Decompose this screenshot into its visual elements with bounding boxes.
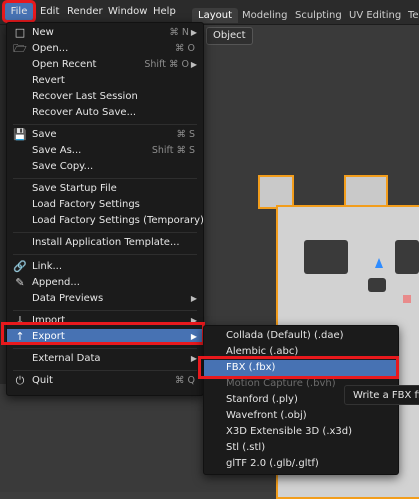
gizmo-handle-icon[interactable] <box>403 295 411 303</box>
edit-menu-button[interactable]: Edit <box>40 6 59 17</box>
menu-item-open-recent[interactable]: Open Recent Shift ⌘ O ▶ <box>7 57 203 73</box>
tooltip: Write a FBX file <box>344 385 419 405</box>
tab-texture[interactable]: Te <box>402 8 419 23</box>
menu-divider <box>13 370 197 371</box>
cube-ear-left <box>258 175 294 209</box>
menu-item-save[interactable]: 💾 Save ⌘ S <box>7 127 203 143</box>
window-menu-button[interactable]: Window <box>108 6 147 17</box>
tab-modeling[interactable]: Modeling <box>236 8 294 23</box>
menu-item-recover-auto-save[interactable]: Recover Auto Save... <box>7 105 203 121</box>
menu-item-revert[interactable]: Revert <box>7 73 203 89</box>
export-item-collada[interactable]: Collada (Default) (.dae) <box>204 328 398 344</box>
menu-item-save-startup-file[interactable]: Save Startup File <box>7 181 203 197</box>
submenu-arrow-icon: ▶ <box>190 60 197 69</box>
cube-eye-left <box>304 240 348 274</box>
menu-item-new[interactable]: □ New ⌘ N ▶ <box>7 25 203 41</box>
power-icon: ⏻ <box>15 374 25 387</box>
menu-item-recover-last-session[interactable]: Recover Last Session <box>7 89 203 105</box>
cube-ear-right <box>344 175 388 209</box>
annotation-highlight-fbx <box>198 356 399 379</box>
export-item-x3d[interactable]: X3D Extensible 3D (.x3d) <box>204 424 398 440</box>
append-icon: ✎ <box>15 276 25 289</box>
folder-icon: 🗁 <box>13 42 27 55</box>
tab-sculpting[interactable]: Sculpting <box>289 8 348 23</box>
render-menu-button[interactable]: Render <box>67 6 103 17</box>
menu-item-load-factory-settings-temporary[interactable]: Load Factory Settings (Temporary) <box>7 213 204 229</box>
annotation-highlight-export <box>1 322 205 345</box>
menu-divider <box>13 232 197 233</box>
cube-nose <box>368 278 386 292</box>
menu-divider <box>13 124 197 125</box>
export-item-gltf[interactable]: glTF 2.0 (.glb/.gltf) <box>204 456 398 472</box>
export-item-stl[interactable]: Stl (.stl) <box>204 440 398 456</box>
menu-item-data-previews[interactable]: Data Previews ▶ <box>7 291 203 307</box>
menu-item-quit[interactable]: ⏻ Quit ⌘ Q <box>7 373 203 389</box>
link-icon: 🔗 <box>13 260 27 273</box>
menu-item-append[interactable]: ✎ Append... <box>7 275 203 291</box>
gizmo-arrow-up-icon[interactable] <box>375 258 383 268</box>
submenu-arrow-icon: ▶ <box>190 294 197 303</box>
menu-item-external-data[interactable]: External Data ▶ <box>7 351 203 367</box>
menu-divider <box>13 310 197 311</box>
submenu-arrow-icon: ▶ <box>190 354 197 363</box>
menu-item-open[interactable]: 🗁 Open... ⌘ O <box>7 41 203 57</box>
export-item-wavefront[interactable]: Wavefront (.obj) <box>204 408 398 424</box>
menu-divider <box>13 348 197 349</box>
menu-item-install-application-template[interactable]: Install Application Template... <box>7 235 203 251</box>
menu-divider <box>13 178 197 179</box>
help-menu-button[interactable]: Help <box>153 6 176 17</box>
menu-divider <box>13 254 197 255</box>
save-icon: 💾 <box>13 128 27 141</box>
object-mode-dropdown[interactable]: Object <box>206 27 253 45</box>
menu-item-save-copy[interactable]: Save Copy... <box>7 159 203 175</box>
submenu-arrow-icon: ▶ <box>190 28 197 37</box>
cube-eye-right <box>395 240 419 274</box>
tab-uv-editing[interactable]: UV Editing <box>343 8 407 23</box>
file-menu-button[interactable]: File <box>2 0 36 23</box>
menu-item-load-factory-settings[interactable]: Load Factory Settings <box>7 197 203 213</box>
tab-layout[interactable]: Layout <box>192 8 238 23</box>
menu-item-link[interactable]: 🔗 Link... <box>7 259 203 275</box>
new-file-icon: □ <box>14 26 26 39</box>
menu-item-save-as[interactable]: Save As... Shift ⌘ S <box>7 143 203 159</box>
